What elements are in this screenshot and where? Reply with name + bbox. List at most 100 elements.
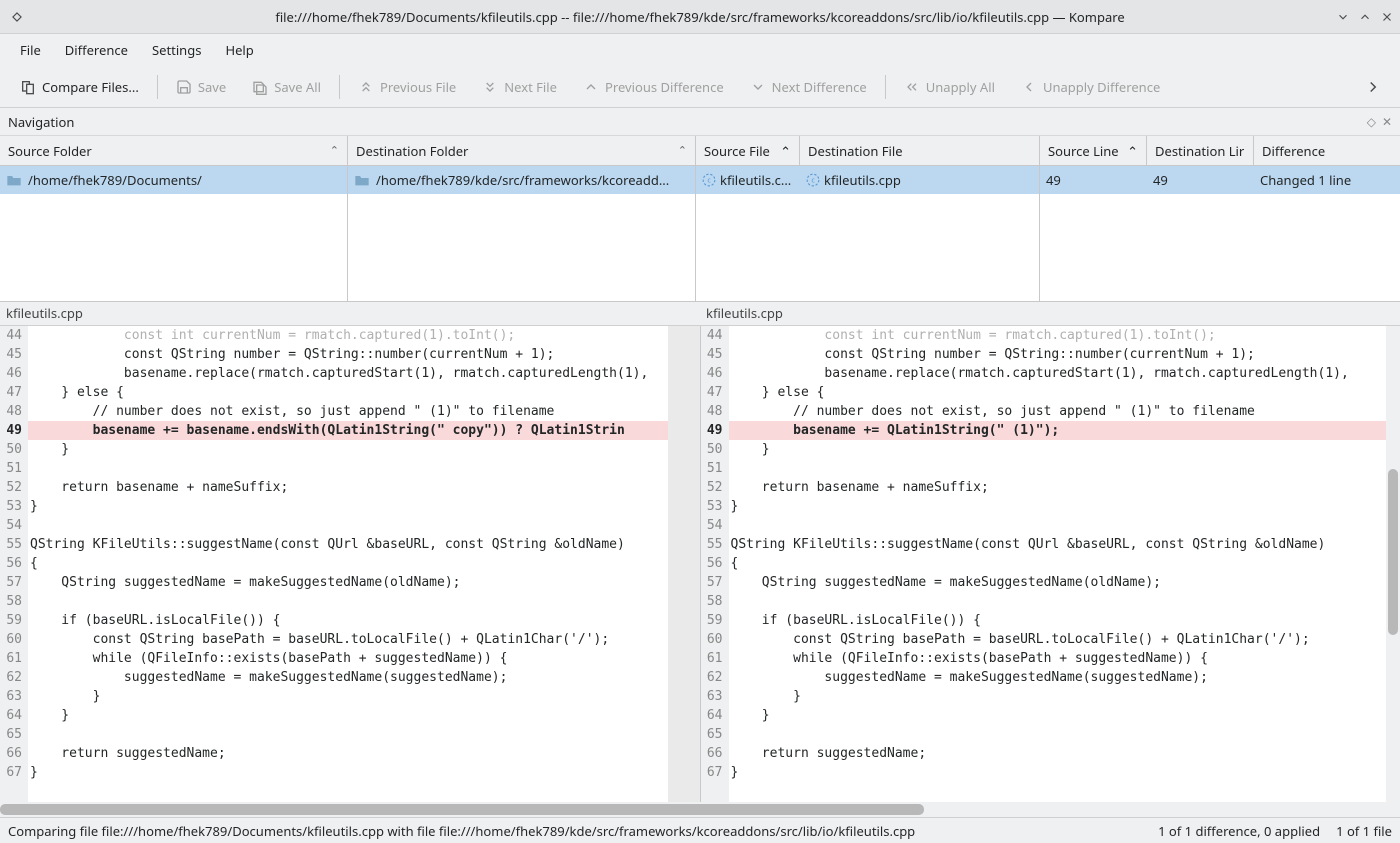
vertical-scrollbar[interactable] <box>1386 326 1400 802</box>
svg-text:c: c <box>707 176 711 185</box>
svg-text:c: c <box>811 176 815 185</box>
sort-icon: ⌃ <box>330 143 339 158</box>
pin-icon[interactable] <box>10 10 24 24</box>
difference-header[interactable]: Difference <box>1254 136 1400 165</box>
unapply-all-button: Unapply All <box>892 72 1007 102</box>
destination-file-header[interactable]: Destination File <box>800 136 1039 165</box>
previous-file-button: Previous File <box>346 72 468 102</box>
file-row[interactable]: c kfileutils.c... c kfileutils.cpp <box>696 166 1039 194</box>
left-code[interactable]: const int currentNum = rmatch.captured(1… <box>28 326 700 802</box>
previous-diff-label: Previous Difference <box>605 78 724 96</box>
sort-icon: ⌃ <box>780 142 791 160</box>
toolbar-expand-button[interactable] <box>1354 72 1392 102</box>
source-file-name: kfileutils.c... <box>720 171 791 189</box>
next-file-label: Next File <box>504 78 557 96</box>
double-left-icon <box>904 79 920 95</box>
minimize-icon[interactable] <box>1336 10 1350 24</box>
source-line-header-label: Source Line <box>1048 142 1119 160</box>
next-diff-button: Next Difference <box>738 72 879 102</box>
destination-folder-header-label: Destination Folder <box>356 142 468 160</box>
chevron-left-icon <box>1021 79 1037 95</box>
menu-settings[interactable]: Settings <box>142 37 211 63</box>
next-diff-label: Next Difference <box>772 78 867 96</box>
source-folder-header-label: Source Folder <box>8 142 92 160</box>
left-file-tab: kfileutils.cpp <box>0 302 700 325</box>
scrollbar-thumb[interactable] <box>1388 469 1398 636</box>
save-label: Save <box>198 78 226 96</box>
destination-line-header[interactable]: Destination Lir <box>1147 136 1254 165</box>
files-icon <box>20 79 36 95</box>
maximize-icon[interactable] <box>1358 10 1372 24</box>
menu-help[interactable]: Help <box>215 37 263 63</box>
status-file-count: 1 of 1 file <box>1336 822 1392 840</box>
right-code[interactable]: const int currentNum = rmatch.captured(1… <box>729 326 1400 802</box>
files-column: Source File ⌃ Destination File c kfileut… <box>696 136 1040 301</box>
left-code-pane[interactable]: 4445464748495051525354555657585960616263… <box>0 326 701 802</box>
status-diff-count: 1 of 1 difference, 0 applied <box>1158 822 1320 840</box>
chevron-up-icon <box>583 79 599 95</box>
cpp-icon: c <box>806 173 820 187</box>
editors: kfileutils.cpp kfileutils.cpp 4445464748… <box>0 302 1400 817</box>
source-line-value: 49 <box>1046 171 1061 189</box>
save-icon <box>176 79 192 95</box>
source-folder-row[interactable]: /home/fhek789/Documents/ <box>0 166 347 194</box>
sort-icon: ⌃ <box>678 143 687 158</box>
toolbar-separator <box>339 75 340 99</box>
destination-line-header-label: Destination Lir <box>1155 142 1244 160</box>
toolbar-separator <box>885 75 886 99</box>
menu-bar: File Difference Settings Help <box>0 34 1400 66</box>
destination-folder-header[interactable]: Destination Folder ⌃ <box>348 136 695 166</box>
source-folder-column: Source Folder ⌃ /home/fhek789/Documents/ <box>0 136 348 301</box>
double-down-icon <box>482 79 498 95</box>
close-panel-icon[interactable]: ✕ <box>1382 113 1392 130</box>
save-all-button: Save All <box>240 72 333 102</box>
difference-column: Source Line ⌃ Destination Lir Difference… <box>1040 136 1400 301</box>
horizontal-scrollbar[interactable] <box>0 802 1400 817</box>
window-controls <box>1336 10 1394 24</box>
toolbar: Compare Files... Save Save All Previous … <box>0 66 1400 108</box>
source-line-header[interactable]: Source Line ⌃ <box>1040 136 1147 165</box>
unapply-all-label: Unapply All <box>926 78 995 96</box>
destination-file-header-label: Destination File <box>808 142 903 160</box>
status-bar: Comparing file file:///home/fhek789/Docu… <box>0 817 1400 843</box>
next-file-button: Next File <box>470 72 569 102</box>
compare-files-button[interactable]: Compare Files... <box>8 72 151 102</box>
difference-row[interactable]: 49 49 Changed 1 line <box>1040 166 1400 194</box>
cpp-icon: c <box>702 173 716 187</box>
destination-folder-row[interactable]: /home/fhek789/kde/src/frameworks/kcoread… <box>348 166 695 194</box>
menu-file[interactable]: File <box>10 37 51 63</box>
navigation-columns: Source Folder ⌃ /home/fhek789/Documents/… <box>0 136 1400 301</box>
destination-folder-path: /home/fhek789/kde/src/frameworks/kcoread… <box>376 171 669 189</box>
float-panel-icon[interactable]: ◇ <box>1367 113 1376 130</box>
compare-files-label: Compare Files... <box>42 78 139 96</box>
previous-file-label: Previous File <box>380 78 456 96</box>
right-code-pane[interactable]: 4445464748495051525354555657585960616263… <box>701 326 1400 802</box>
source-folder-header[interactable]: Source Folder ⌃ <box>0 136 347 166</box>
destination-line-value: 49 <box>1153 171 1168 189</box>
toolbar-separator <box>157 75 158 99</box>
destination-file-name: kfileutils.cpp <box>824 171 901 189</box>
source-file-header-label: Source File <box>704 142 770 160</box>
status-message: Comparing file file:///home/fhek789/Docu… <box>8 822 1142 840</box>
window-title: file:///home/fhek789/Documents/kfileutil… <box>0 8 1400 26</box>
close-icon[interactable] <box>1380 10 1394 24</box>
right-gutter: 4445464748495051525354555657585960616263… <box>701 326 729 802</box>
chevron-down-icon <box>750 79 766 95</box>
previous-diff-button: Previous Difference <box>571 72 736 102</box>
save-all-label: Save All <box>274 78 321 96</box>
left-gutter: 4445464748495051525354555657585960616263… <box>0 326 28 802</box>
difference-text: Changed 1 line <box>1260 171 1351 189</box>
folder-icon <box>354 173 370 187</box>
title-bar: file:///home/fhek789/Documents/kfileutil… <box>0 0 1400 34</box>
scrollbar-thumb[interactable] <box>0 804 924 815</box>
unapply-diff-button: Unapply Difference <box>1009 72 1172 102</box>
menu-difference[interactable]: Difference <box>55 37 138 63</box>
sort-icon: ⌃ <box>1127 142 1138 160</box>
source-folder-path: /home/fhek789/Documents/ <box>28 171 202 189</box>
navigation-title: Navigation <box>8 113 74 131</box>
save-all-icon <box>252 79 268 95</box>
double-up-icon <box>358 79 374 95</box>
right-file-tab: kfileutils.cpp <box>700 302 1400 325</box>
navigation-panel: Navigation ◇ ✕ Source Folder ⌃ /home/fhe… <box>0 108 1400 302</box>
source-file-header[interactable]: Source File ⌃ <box>696 136 800 165</box>
